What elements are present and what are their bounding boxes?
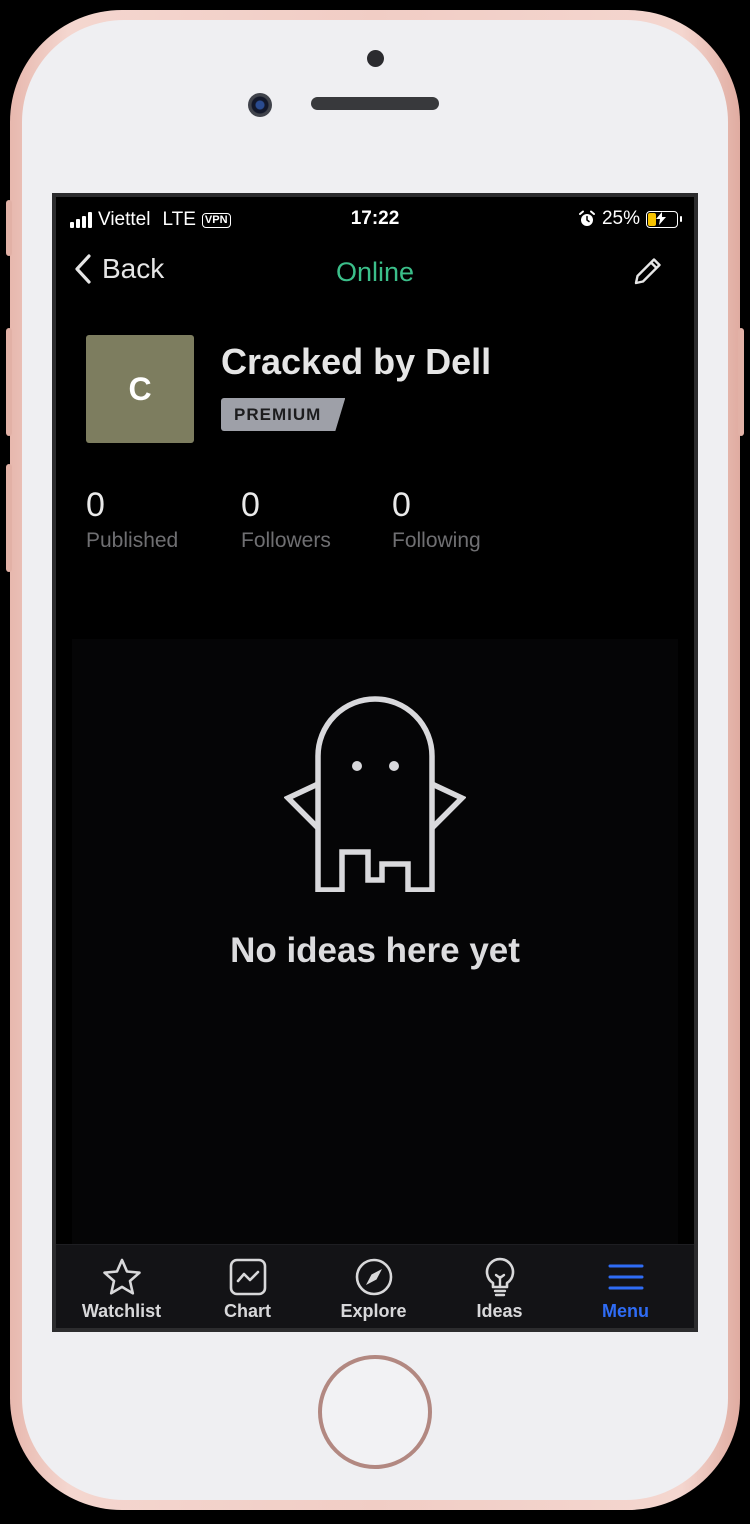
battery-info: 25% — [578, 208, 682, 230]
tab-watchlist[interactable]: Watchlist — [58, 1245, 185, 1328]
stat-value: 0 — [86, 486, 105, 524]
stat-value: 0 — [241, 486, 260, 524]
tab-bar: Watchlist Chart Explore Ideas Menu — [56, 1244, 694, 1328]
compass-icon — [355, 1258, 392, 1296]
battery-percent: 25% — [601, 208, 640, 229]
proximity-sensor — [367, 50, 384, 67]
volume-up-button — [6, 328, 12, 436]
edit-button[interactable] — [632, 255, 664, 292]
ghost-icon — [284, 696, 466, 892]
page-title: Online — [335, 257, 415, 287]
pencil-icon — [634, 258, 661, 285]
alarm-icon — [578, 210, 595, 226]
battery-icon — [646, 210, 682, 228]
tab-ideas[interactable]: Ideas — [436, 1245, 563, 1328]
tab-menu[interactable]: Menu — [562, 1245, 689, 1328]
premium-badge: PREMIUM — [221, 398, 346, 431]
app-screen: Viettel LTE VPN 17:22 25% Back Online C … — [52, 193, 698, 1332]
tab-label: Explore — [340, 1301, 407, 1321]
stat-label: Following — [392, 529, 481, 552]
volume-down-button — [6, 464, 12, 572]
stat-published[interactable]: 0 Published — [86, 485, 178, 553]
tab-label: Menu — [602, 1301, 649, 1321]
tab-label: Watchlist — [81, 1301, 162, 1321]
empty-state-message: No ideas here yet — [230, 931, 520, 970]
ideas-panel: No ideas here yet — [72, 639, 678, 1244]
mute-switch — [6, 200, 12, 256]
tab-chart[interactable]: Chart — [184, 1245, 311, 1328]
tab-label: Chart — [223, 1301, 271, 1321]
lightbulb-icon — [485, 1257, 514, 1297]
stat-value: 0 — [392, 486, 411, 524]
charging-bolt-icon — [656, 211, 666, 225]
stat-label: Followers — [241, 529, 331, 552]
avatar[interactable]: C — [86, 335, 194, 443]
power-button — [738, 328, 744, 436]
tab-label: Ideas — [476, 1301, 523, 1321]
tab-explore[interactable]: Explore — [310, 1245, 437, 1328]
menu-icon — [608, 1264, 643, 1290]
front-camera — [248, 93, 272, 117]
earpiece-speaker — [311, 97, 439, 110]
stat-label: Published — [86, 529, 179, 552]
profile-name: Cracked by Dell — [221, 341, 492, 382]
star-icon — [102, 1258, 141, 1295]
navigation-bar: Back Online — [56, 249, 694, 299]
status-bar: Viettel LTE VPN 17:22 25% — [56, 197, 694, 241]
stat-following[interactable]: 0 Following — [392, 485, 481, 553]
chart-icon — [229, 1258, 266, 1296]
home-button[interactable] — [318, 1355, 432, 1469]
stat-followers[interactable]: 0 Followers — [241, 485, 331, 553]
